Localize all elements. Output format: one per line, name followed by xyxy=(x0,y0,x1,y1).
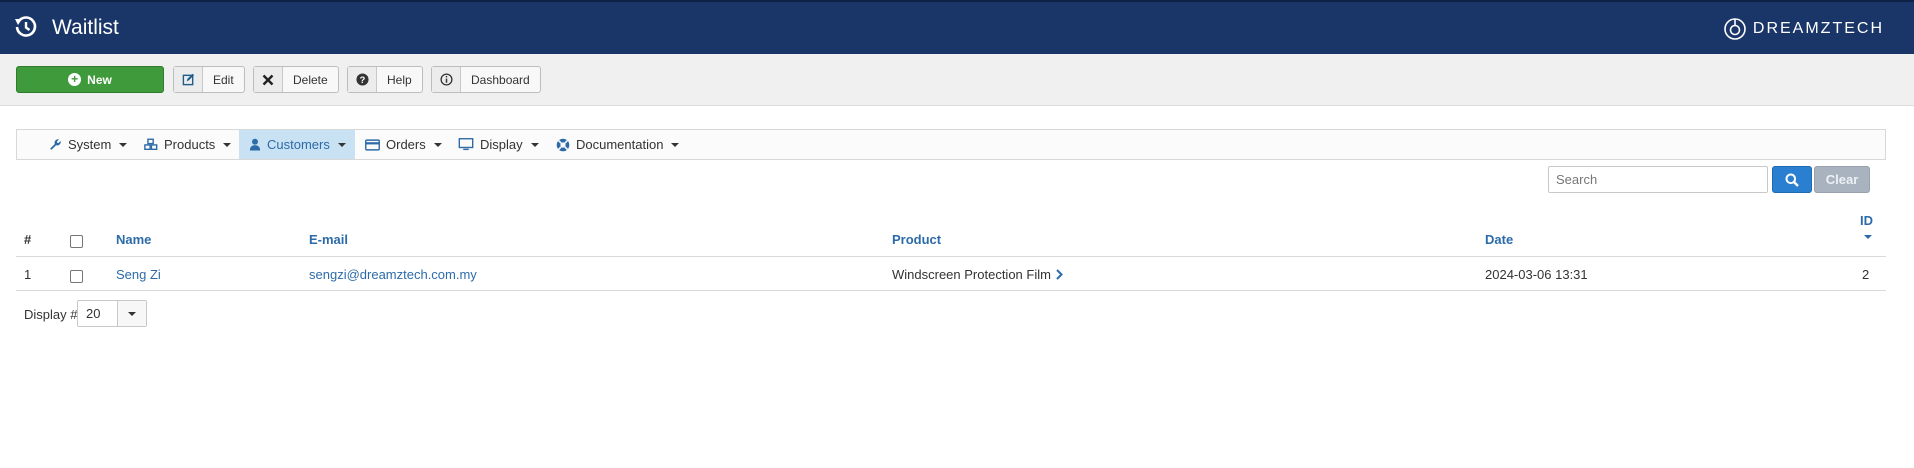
dropdown-toggle[interactable] xyxy=(118,301,146,326)
info-icon xyxy=(432,67,461,92)
customer-name-link[interactable]: Seng Zi xyxy=(116,267,161,282)
product-name: Windscreen Protection Film xyxy=(892,267,1051,282)
menu-documentation[interactable]: Documentation xyxy=(552,130,683,159)
caret-down-icon xyxy=(119,142,128,147)
edit-button-label: Edit xyxy=(213,72,234,87)
question-icon: ? xyxy=(348,67,377,92)
column-id[interactable]: ID xyxy=(1860,213,1873,228)
brand-name: DREAMZTECH xyxy=(1752,20,1884,37)
table-row-divider xyxy=(16,290,1886,291)
product-link[interactable]: Windscreen Protection Film xyxy=(892,267,1063,282)
toolbar: + New Edit Delete ? Help Dashboard xyxy=(0,54,1914,106)
menu-system-label: System xyxy=(68,137,112,152)
menu-orders-label: Orders xyxy=(386,137,426,152)
row-date: 2024-03-06 13:31 xyxy=(1485,267,1588,282)
lifebuoy-icon xyxy=(556,138,570,151)
row-number: 1 xyxy=(24,267,32,282)
caret-down-icon xyxy=(337,142,346,147)
component-menu: System Products Customers Orders Display… xyxy=(16,129,1886,160)
sort-desc-icon xyxy=(1864,235,1872,239)
close-icon xyxy=(254,67,283,92)
brand-mark-icon xyxy=(1724,18,1746,40)
svg-text:?: ? xyxy=(359,75,365,85)
caret-down-icon xyxy=(671,142,680,147)
menu-documentation-label: Documentation xyxy=(576,137,664,152)
caret-down-icon xyxy=(433,142,442,147)
brand-logo: DREAMZTECH xyxy=(1723,16,1884,42)
search-button[interactable] xyxy=(1772,166,1812,193)
dashboard-button[interactable]: Dashboard xyxy=(431,66,541,93)
menu-display-label: Display xyxy=(480,137,523,152)
menu-display[interactable]: Display xyxy=(454,130,543,159)
search-input[interactable] xyxy=(1548,166,1768,193)
display-limit-select[interactable]: 20 xyxy=(77,300,147,327)
row-id: 2 xyxy=(1862,267,1870,282)
help-button[interactable]: ? Help xyxy=(347,66,423,93)
column-date[interactable]: Date xyxy=(1485,232,1513,247)
history-icon xyxy=(15,16,37,37)
caret-down-icon xyxy=(530,142,539,147)
table-header-divider xyxy=(16,256,1886,257)
edit-button[interactable]: Edit xyxy=(173,66,245,93)
plus-circle-icon: + xyxy=(68,73,82,86)
edit-icon xyxy=(174,67,203,92)
menu-system[interactable]: System xyxy=(45,130,131,159)
chevron-right-icon xyxy=(1056,269,1063,280)
menu-orders[interactable]: Orders xyxy=(361,130,446,159)
dashboard-button-label: Dashboard xyxy=(471,72,530,87)
display-limit-value: 20 xyxy=(78,301,118,326)
customer-email-link[interactable]: sengzi@dreamztech.com.my xyxy=(309,267,477,282)
search-icon xyxy=(1785,173,1799,187)
cubes-icon xyxy=(144,138,158,151)
column-name[interactable]: Name xyxy=(116,232,151,247)
user-icon xyxy=(249,138,261,151)
column-product[interactable]: Product xyxy=(892,232,941,247)
display-limit-label: Display # xyxy=(24,307,78,322)
caret-down-icon xyxy=(128,311,136,316)
delete-button-label: Delete xyxy=(293,72,328,87)
menu-products[interactable]: Products xyxy=(140,130,235,159)
new-button[interactable]: + New xyxy=(16,66,164,93)
app-header: Waitlist DREAMZTECH xyxy=(0,0,1914,54)
monitor-icon xyxy=(458,138,474,151)
wrench-icon xyxy=(50,139,61,150)
clear-button[interactable]: Clear xyxy=(1814,166,1870,193)
row-checkbox[interactable] xyxy=(70,270,83,283)
select-all-checkbox[interactable] xyxy=(70,235,83,248)
new-button-label: New xyxy=(87,72,112,87)
caret-down-icon xyxy=(223,142,232,147)
column-number: # xyxy=(24,232,32,247)
help-button-label: Help xyxy=(387,72,412,87)
delete-button[interactable]: Delete xyxy=(253,66,339,93)
credit-card-icon xyxy=(365,138,380,151)
menu-customers-label: Customers xyxy=(267,137,330,152)
page-title: Waitlist xyxy=(52,16,119,39)
column-email[interactable]: E-mail xyxy=(309,232,348,247)
menu-products-label: Products xyxy=(164,137,216,152)
menu-customers[interactable]: Customers xyxy=(239,130,355,159)
